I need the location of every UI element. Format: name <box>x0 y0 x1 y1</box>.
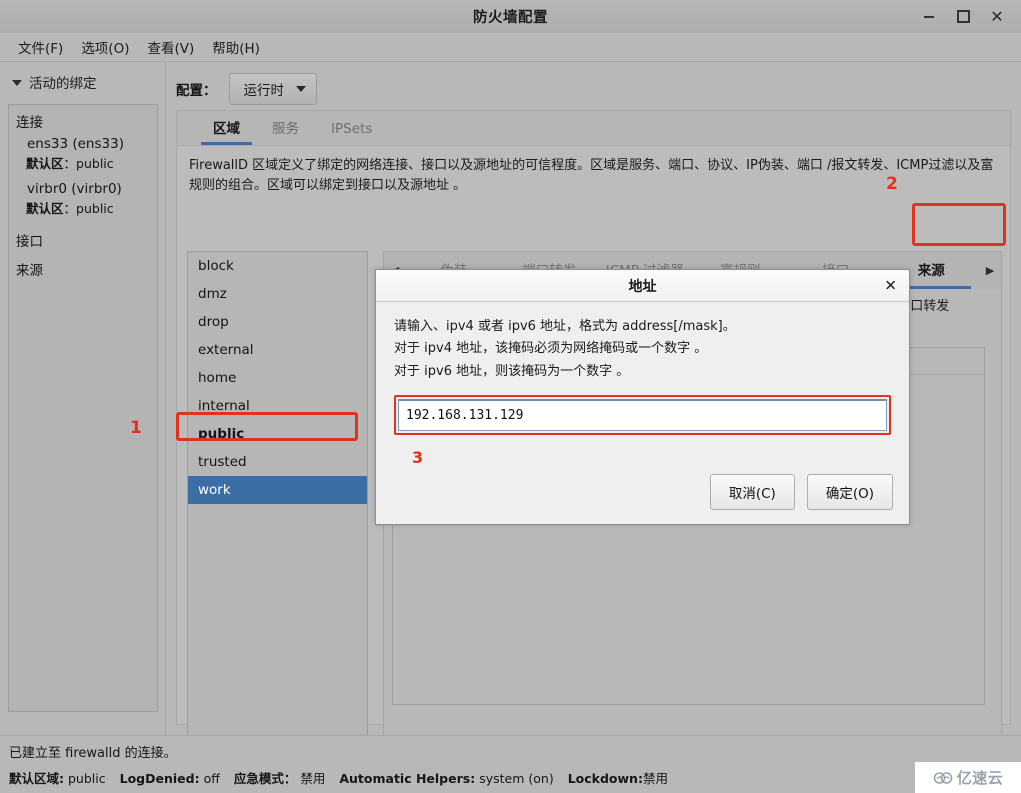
dialog-cancel-button[interactable]: 取消(C) <box>709 474 795 510</box>
address-input-highlight <box>394 395 891 436</box>
window-titlebar: 防火墙配置 ✕ <box>0 0 1021 34</box>
bindings-list: 连接 ens33 (ens33) 默认区：public virbr0 (virb… <box>8 104 158 712</box>
watermark-text: 亿速云 <box>956 769 1004 787</box>
zone-item-trusted[interactable]: trusted <box>188 448 367 476</box>
status-lockdown-value: 禁用 <box>642 771 668 786</box>
menu-file[interactable]: 文件(F) <box>9 34 72 60</box>
dialog-body: 请输入、ipv4 或者 ipv6 地址，格式为 address[/mask]。 … <box>376 302 909 468</box>
zone-item-dmz[interactable]: dmz <box>188 280 367 308</box>
zone-item-block[interactable]: block <box>188 252 367 280</box>
tab-zones[interactable]: 区域 <box>197 111 256 145</box>
address-dialog: 地址 ✕ 请输入、ipv4 或者 ipv6 地址，格式为 address[/ma… <box>375 269 910 525</box>
config-row: 配置： 运行时 <box>166 62 1021 113</box>
statusbar: 已建立至 firewalld 的连接。 默认区域: public LogDeni… <box>0 735 1021 793</box>
status-default-zone-value: public <box>67 771 106 786</box>
menu-view[interactable]: 查看(V) <box>138 34 203 60</box>
connection-zone-ens33: 默认区：public <box>9 153 157 179</box>
annotation-marker-2: 2 <box>886 174 898 194</box>
dialog-titlebar: 地址 ✕ <box>376 270 909 302</box>
zone-value-virbr0: public <box>76 201 114 216</box>
status-fields: 默认区域: public LogDenied: off 应急模式： 禁用 Aut… <box>0 761 1021 787</box>
status-panic-mode-key: 应急模式： <box>233 771 297 786</box>
bindings-group-connections: 连接 <box>16 115 43 131</box>
tab-services[interactable]: 服务 <box>256 111 315 145</box>
zone-item-external[interactable]: external <box>188 336 367 364</box>
window-title: 防火墙配置 <box>473 10 548 26</box>
config-mode-select[interactable]: 运行时 <box>228 73 317 105</box>
minimize-icon[interactable] <box>921 9 937 25</box>
connection-item-ens33[interactable]: ens33 (ens33) <box>9 134 157 153</box>
status-lockdown: Lockdown:禁用 <box>568 768 668 787</box>
status-logdenied: LogDenied: off <box>120 771 220 786</box>
connection-zone-virbr0: 默认区：public <box>9 198 157 224</box>
window-controls: ✕ <box>921 0 1013 33</box>
status-panic-mode-value: 禁用 <box>300 771 326 786</box>
zone-item-public[interactable]: public <box>188 420 367 448</box>
chevron-down-icon <box>296 86 306 92</box>
dialog-close-icon[interactable]: ✕ <box>884 278 897 293</box>
menubar: 文件(F) 选项(O) 查看(V) 帮助(H) <box>0 33 1021 62</box>
status-logdenied-value: off <box>203 771 220 786</box>
address-input[interactable] <box>398 399 887 432</box>
config-label: 配置： <box>176 83 217 99</box>
zone-label-virbr0: 默认区 <box>26 201 64 216</box>
chevron-down-icon <box>12 80 22 86</box>
zone-sep-ens33: ： <box>63 156 77 171</box>
status-lockdown-key: Lockdown: <box>567 771 643 786</box>
zone-label-ens33: 默认区 <box>26 156 64 171</box>
tabs-scroll-right-icon[interactable]: ▶ <box>979 252 1001 289</box>
dialog-line-3: 对于 ipv6 地址，则该掩码为一个数字 。 <box>394 363 630 379</box>
annotation-marker-3: 3 <box>412 448 424 468</box>
status-logdenied-key: LogDenied: <box>119 771 200 786</box>
status-automatic-helpers-key: Automatic Helpers: <box>339 771 476 786</box>
main-tabstrip: 区域 服务 IPSets <box>177 111 1010 146</box>
zone-item-work[interactable]: work <box>188 476 367 504</box>
status-panic-mode: 应急模式： 禁用 <box>234 768 326 787</box>
config-mode-value: 运行时 <box>243 83 285 99</box>
close-icon[interactable]: ✕ <box>989 8 1005 25</box>
menu-options[interactable]: 选项(O) <box>72 34 138 60</box>
firewall-config-window: 防火墙配置 ✕ 文件(F) 选项(O) 查看(V) 帮助(H) 活动的绑定 连接… <box>0 0 1021 793</box>
zone-item-home[interactable]: home <box>188 364 367 392</box>
bindings-group-sources: 来源 <box>16 263 43 279</box>
tab-ipsets[interactable]: IPSets <box>315 115 388 145</box>
dialog-title: 地址 <box>628 278 657 295</box>
status-default-zone: 默认区域: public <box>9 768 106 787</box>
dialog-ok-button[interactable]: 确定(O) <box>806 474 893 510</box>
bindings-group-interfaces: 接口 <box>16 234 43 250</box>
zone-item-internal[interactable]: internal <box>188 392 367 420</box>
status-default-zone-key: 默认区域: <box>9 771 64 786</box>
status-automatic-helpers-value: system (on) <box>479 771 554 786</box>
zone-list: block dmz drop external home internal pu… <box>187 251 368 767</box>
watermark: 亿速云 <box>915 762 1021 793</box>
zone-sep-virbr0: ： <box>63 201 77 216</box>
connection-item-virbr0[interactable]: virbr0 (virbr0) <box>9 179 157 198</box>
zone-item-drop[interactable]: drop <box>188 308 367 336</box>
annotation-marker-1: 1 <box>130 418 142 438</box>
maximize-icon[interactable] <box>955 9 971 25</box>
active-bindings-label: 活动的绑定 <box>29 76 97 92</box>
dialog-buttons: 取消(C) 确定(O) <box>709 474 893 510</box>
active-bindings-panel: 活动的绑定 连接 ens33 (ens33) 默认区：public virbr0… <box>0 62 166 793</box>
dialog-line-2: 对于 ipv4 地址，该掩码必须为网络掩码或一个数字 。 <box>394 341 708 357</box>
status-connection-text: 已建立至 firewalld 的连接。 <box>9 746 177 761</box>
active-bindings-header[interactable]: 活动的绑定 <box>0 62 165 101</box>
zone-value-ens33: public <box>76 156 114 171</box>
dialog-line-1: 请输入、ipv4 或者 ipv6 地址，格式为 address[/mask]。 <box>394 319 736 334</box>
menu-help[interactable]: 帮助(H) <box>203 34 269 60</box>
cloud-icon <box>933 771 953 784</box>
status-automatic-helpers: Automatic Helpers: system (on) <box>339 771 553 786</box>
